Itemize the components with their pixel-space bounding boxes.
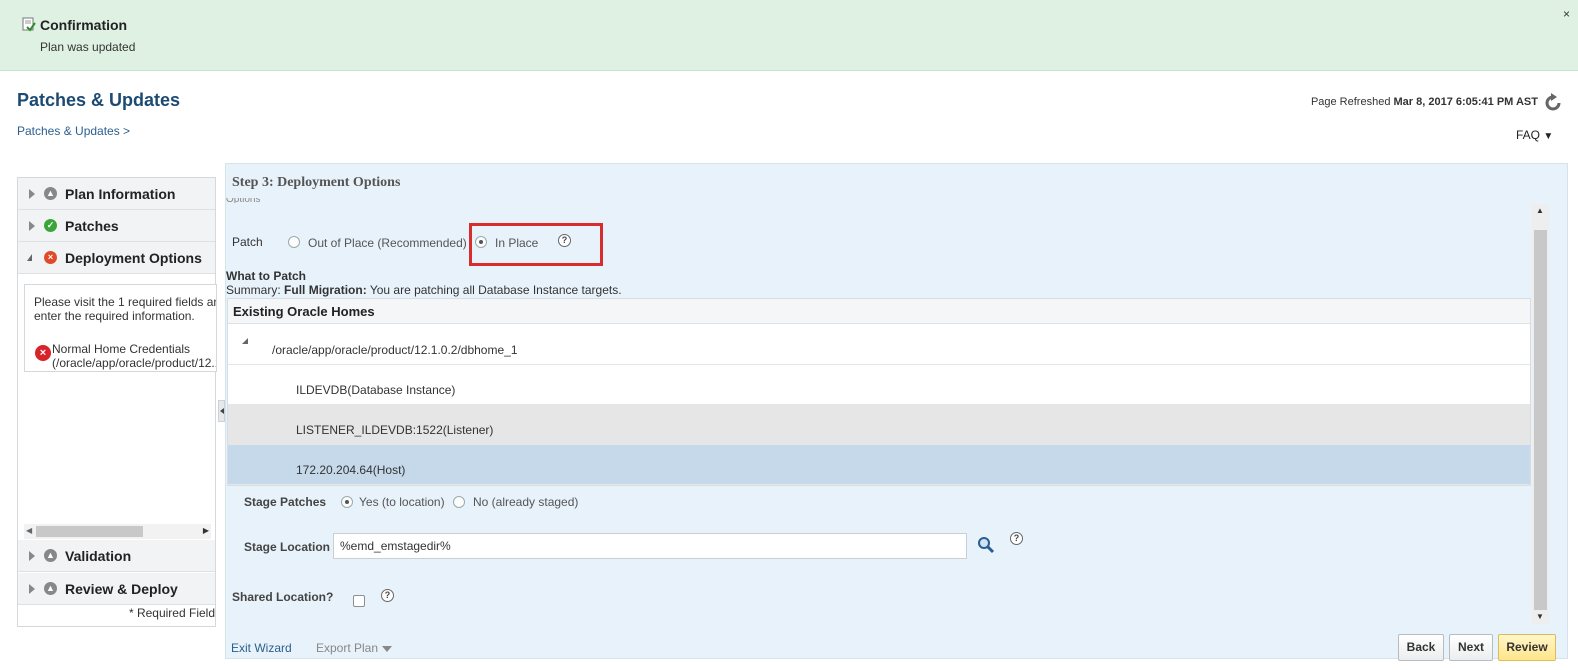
existing-oracle-homes-table: Existing Oracle Homes /oracle/app/oracle… [227,298,1531,486]
table-row[interactable]: /oracle/app/oracle/product/12.1.0.2/dbho… [228,325,1530,365]
train-item-label: Deployment Options [65,250,202,266]
close-icon[interactable]: × [1563,7,1570,21]
target-name: LISTENER_ILDEVDB:1522(Listener) [296,423,494,437]
help-icon[interactable]: ? [381,589,394,602]
page-refreshed: Page Refreshed Mar 8, 2017 6:05:41 PM AS… [1311,96,1538,108]
step-title: Step 3: Deployment Options [232,175,401,190]
target-name: ILDEVDB(Database Instance) [296,383,456,397]
confirmation-title: Confirmation [40,17,128,33]
panel-collapse-handle[interactable] [218,400,225,422]
refresh-time: Mar 8, 2017 6:05:41 PM AST [1393,96,1539,108]
table-header-label: Existing Oracle Homes [233,304,375,319]
back-button[interactable]: Back [1398,634,1444,661]
scroll-up-icon[interactable]: ▲ [1536,206,1544,215]
stage-yes-label[interactable]: Yes (to location) [359,495,445,509]
deployment-options-panel: Step 3: Deployment Options Options Patch… [225,163,1568,659]
status-pending-icon: ▲ [44,187,57,200]
scrollbar-thumb[interactable] [1534,230,1547,610]
stage-location-label: Stage Location [244,540,331,554]
train-item-plan-information[interactable]: ▲ Plan Information [18,178,215,210]
page-title: Patches & Updates [17,90,181,110]
status-pending-icon: ▲ [44,582,57,595]
train-item-label: Validation [65,548,132,564]
train-item-label: Plan Information [65,186,176,202]
train-item-deployment-options[interactable]: × Deployment Options [18,242,215,274]
help-icon[interactable]: ? [1010,532,1023,545]
status-pending-icon: ▲ [44,549,57,562]
oracle-home-path: /oracle/app/oracle/product/12.1.0.2/dbho… [272,343,518,357]
what-to-patch-heading: What to Patch [226,269,306,283]
scroll-right-icon[interactable]: ▶ [203,526,209,535]
required-fields-box: Please visit the 1 required fields and e… [24,284,217,372]
error-link-normal-home-credentials[interactable]: Normal Home Credentials (/oracle/app/ora… [52,342,216,370]
collapse-arrow-icon [27,254,32,261]
patch-summary: Summary: Full Migration: You are patchin… [226,283,622,297]
review-button[interactable]: Review [1498,634,1556,661]
options-section-label: Options [226,198,260,203]
summary-bold: Full Migration: [284,283,367,297]
stage-no-label[interactable]: No (already staged) [473,495,578,509]
confirmation-message: Plan was updated [40,40,136,54]
next-button[interactable]: Next [1449,634,1493,661]
export-plan-menu[interactable]: Export Plan [316,641,393,655]
scroll-left-icon[interactable]: ◀ [26,526,32,535]
out-of-place-label[interactable]: Out of Place (Recommended) [308,236,467,250]
stage-patches-label: Stage Patches [244,495,327,509]
refresh-prefix: Page Refreshed [1310,96,1391,108]
horizontal-scrollbar[interactable]: ◀ ▶ [24,524,211,539]
faq-label: FAQ [1516,128,1541,142]
expand-arrow-icon [29,189,35,199]
help-icon[interactable]: ? [558,234,571,247]
shared-location-label: Shared Location? [232,590,334,604]
stage-no-radio[interactable] [453,496,465,508]
error-icon: × [35,345,51,361]
scrollbar-thumb[interactable] [36,526,143,537]
expand-arrow-icon [29,221,35,231]
summary-text: You are patching all Database Instance t… [369,283,622,297]
table-header: Existing Oracle Homes [228,299,1530,324]
chevron-down-icon: ▼ [1543,131,1554,142]
search-icon[interactable] [977,536,995,554]
refresh-icon[interactable] [1542,92,1564,114]
scroll-down-icon[interactable]: ▼ [1536,612,1544,621]
shared-location-checkbox[interactable] [353,595,365,607]
exit-wizard-link[interactable]: Exit Wizard [231,641,292,655]
table-row-selected[interactable]: 172.20.204.64(Host) [228,445,1530,485]
confirmation-banner: Confirmation Plan was updated × [0,0,1578,71]
train-item-label: Review & Deploy [65,581,178,597]
summary-prefix: Summary: [226,283,281,297]
table-row[interactable]: LISTENER_ILDEVDB:1522(Listener) [228,405,1530,445]
train-item-label: Patches [65,218,119,234]
train-item-patches[interactable]: ✓ Patches [18,210,215,242]
tree-expanded-icon[interactable] [242,338,248,344]
patch-label: Patch [232,235,263,249]
faq-menu[interactable]: FAQ ▼ [1516,128,1553,142]
required-field-note: * Required Field [128,606,215,620]
status-error-icon: × [44,251,57,264]
breadcrumb[interactable]: Patches & Updates > [17,124,130,138]
target-name: 172.20.204.64(Host) [296,463,406,477]
document-check-icon [22,17,36,32]
out-of-place-radio[interactable] [288,236,300,248]
stage-location-input[interactable] [333,533,967,559]
wizard-train: ▲ Plan Information ✓ Patches × Deploymen… [17,177,217,627]
status-complete-icon: ✓ [44,219,57,232]
train-item-review-deploy[interactable]: ▲ Review & Deploy [18,573,215,605]
expand-arrow-icon [29,551,35,561]
table-row[interactable]: ILDEVDB(Database Instance) [228,365,1530,405]
expand-arrow-icon [29,584,35,594]
highlight-box [469,223,603,266]
train-item-validation[interactable]: ▲ Validation [18,540,215,572]
vertical-scrollbar[interactable]: ▲ ▼ [1532,204,1549,624]
stage-yes-radio[interactable] [341,496,353,508]
required-message: Please visit the 1 required fields and e… [34,295,217,323]
